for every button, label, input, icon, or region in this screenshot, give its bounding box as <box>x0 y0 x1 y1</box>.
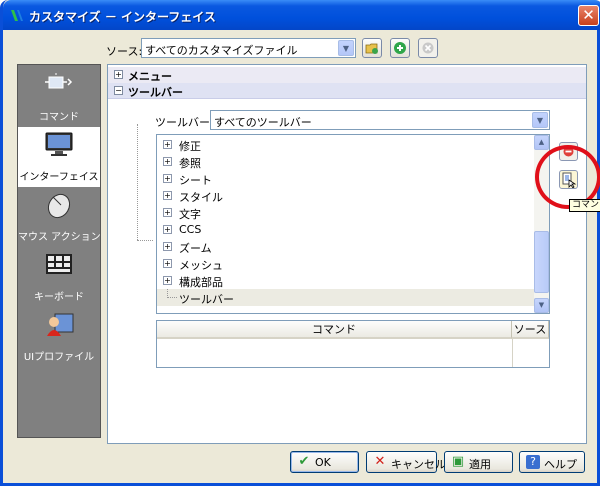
tree-item[interactable]: + 修正 <box>157 136 535 153</box>
user-profile-icon <box>47 313 74 336</box>
folder-open-icon <box>365 43 378 54</box>
expand-icon[interactable]: + <box>163 276 172 285</box>
monitor-icon <box>45 132 73 156</box>
tree-item[interactable]: + 参照 <box>157 153 535 170</box>
toolbar-tree: + 修正 + 参照 + シート + スタイル + 文字 + CCS + ズーム … <box>156 134 550 314</box>
sidebar-item-commands[interactable]: コマンド <box>18 67 100 127</box>
expand-icon[interactable]: + <box>163 242 172 251</box>
expand-icon[interactable]: + <box>163 208 172 217</box>
tree-item-label: 構成部品 <box>179 276 223 289</box>
tree-item-label: メッシュ <box>179 259 223 272</box>
tree-item-label: スタイル <box>179 191 223 204</box>
source-label: ソース: <box>106 45 143 58</box>
tree-item[interactable]: + 構成部品 <box>157 272 535 289</box>
group-label-toolbars: ツールバー <box>128 86 183 99</box>
sidebar-label-keyboard: キーボード <box>34 292 84 303</box>
column-header-command[interactable]: コマンド <box>157 321 512 339</box>
sidebar-label-commands: コマンド <box>39 112 79 123</box>
tree-connector <box>137 240 153 241</box>
tree-item[interactable]: + シート <box>157 170 535 187</box>
remove-icon <box>422 42 434 54</box>
tree-leaf-connector <box>167 289 177 298</box>
tree-item[interactable]: + メッシュ <box>157 255 535 272</box>
collapse-icon[interactable]: − <box>114 86 123 95</box>
scroll-up-icon[interactable]: ▲ <box>534 135 549 150</box>
sidebar-item-keyboard[interactable]: キーボード <box>18 247 100 307</box>
customize-dialog: カスタマイズ － インターフェイス ✕ ソース: すべてのカスタマイズファイル … <box>0 0 600 486</box>
category-sidebar: コマンド インターフェイス マウス アクション キーボード UIプロファイル <box>17 64 101 438</box>
sidebar-item-ui-profile[interactable]: UIプロファイル <box>18 307 100 367</box>
add-button[interactable] <box>390 38 410 58</box>
expand-icon[interactable]: + <box>163 259 172 268</box>
chevron-down-icon[interactable]: ▼ <box>338 40 354 56</box>
command-icon <box>45 73 73 89</box>
tree-item-label: ズーム <box>179 242 212 255</box>
expand-icon[interactable]: + <box>114 70 123 79</box>
close-button[interactable]: ✕ <box>578 5 599 26</box>
help-label: ヘルプ <box>544 458 577 471</box>
tree-connector <box>137 124 138 240</box>
plus-icon <box>394 42 406 54</box>
column-divider <box>512 339 513 367</box>
checkmark-icon: ✔ <box>298 454 310 469</box>
mouse-icon <box>47 193 71 219</box>
apply-icon: ▣ <box>451 454 465 469</box>
cancel-label: キャンセル <box>391 458 446 471</box>
close-icon: ✕ <box>374 454 386 469</box>
command-table: コマンド ソース <box>156 320 550 368</box>
group-label-menus: メニュー <box>128 70 172 83</box>
source-value: すべてのカスタマイズファイル <box>145 44 298 57</box>
toolbar-filter-dropdown[interactable]: すべてのツールバー ▼ <box>210 110 550 130</box>
app-logo-icon <box>11 10 23 21</box>
sidebar-item-interface[interactable]: インターフェイス <box>18 127 100 187</box>
apply-label: 適用 <box>469 458 491 471</box>
chevron-down-icon[interactable]: ▼ <box>532 112 548 128</box>
tree-item[interactable]: + CCS <box>157 221 535 238</box>
column-header-source[interactable]: ソース <box>512 321 549 339</box>
tree-item-selected[interactable]: ツールバー <box>157 289 535 306</box>
sidebar-label-mouse-actions: マウス アクション <box>18 232 101 243</box>
tree-item-label: シート <box>179 174 212 187</box>
toolbar-filter-label: ツールバー: <box>155 116 214 129</box>
window-title: カスタマイズ － インターフェイス <box>29 10 216 24</box>
expand-icon[interactable]: + <box>163 225 172 234</box>
help-icon: ? <box>526 455 540 469</box>
ok-button[interactable]: ✔ OK <box>290 451 359 473</box>
expand-icon[interactable]: + <box>163 191 172 200</box>
cancel-button[interactable]: ✕ キャンセル <box>366 451 446 473</box>
scrollbar-thumb[interactable] <box>534 231 549 293</box>
remove-button[interactable] <box>418 38 438 58</box>
sidebar-label-ui-profile: UIプロファイル <box>23 352 95 363</box>
open-file-button[interactable] <box>362 38 382 58</box>
title-bar[interactable]: カスタマイズ － インターフェイス ✕ <box>3 0 600 30</box>
tree-item-label: CCS <box>179 223 202 236</box>
expand-icon[interactable]: + <box>163 174 172 183</box>
group-row-toolbars[interactable]: − ツールバー <box>108 83 586 99</box>
tooltip: コマンド <box>569 199 600 212</box>
tree-item[interactable]: + スタイル <box>157 187 535 204</box>
sidebar-label-interface: インターフェイス <box>19 172 99 183</box>
source-dropdown[interactable]: すべてのカスタマイズファイル ▼ <box>141 38 356 58</box>
sidebar-item-mouse-actions[interactable]: マウス アクション <box>18 187 101 247</box>
ok-label: OK <box>315 456 331 469</box>
tree-item[interactable]: + ズーム <box>157 238 535 255</box>
keyboard-icon <box>46 254 72 274</box>
apply-button[interactable]: ▣ 適用 <box>444 451 513 473</box>
group-row-menus[interactable]: + メニュー <box>108 67 586 83</box>
toolbar-filter-value: すべてのツールバー <box>214 116 312 129</box>
expand-icon[interactable]: + <box>163 140 172 149</box>
tree-item-label: 参照 <box>179 157 201 170</box>
tree-item-label: ツールバー <box>179 293 234 306</box>
expand-icon[interactable]: + <box>163 157 172 166</box>
tree-item-label: 文字 <box>179 208 201 221</box>
tree-item[interactable]: + 文字 <box>157 204 535 221</box>
scroll-down-icon[interactable]: ▼ <box>534 298 549 313</box>
help-button[interactable]: ? ヘルプ <box>519 451 585 473</box>
tree-item-label: 修正 <box>179 140 201 153</box>
